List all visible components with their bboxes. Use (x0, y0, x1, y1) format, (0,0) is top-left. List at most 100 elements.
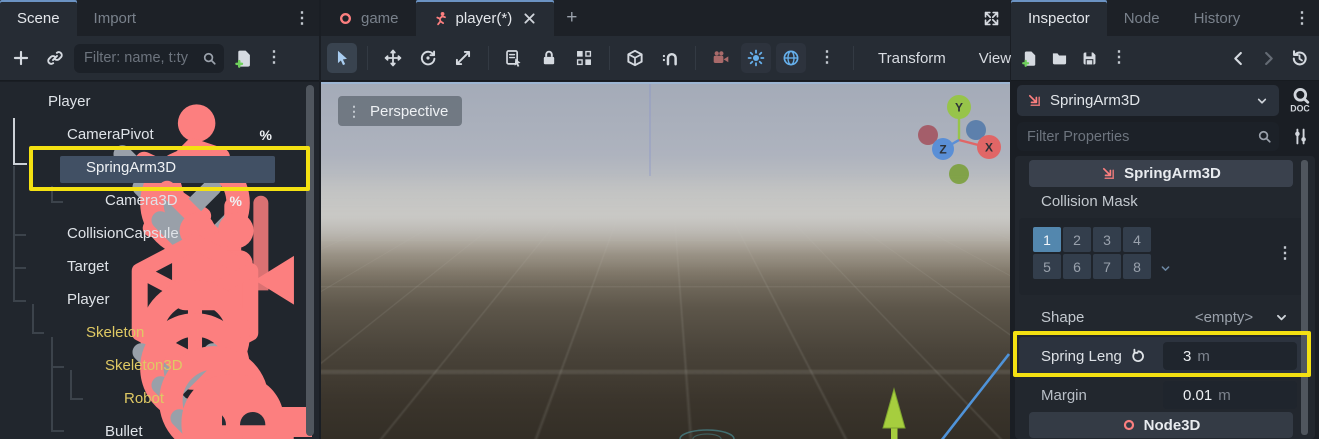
lock-node-button[interactable] (534, 43, 564, 73)
property-tools-icon[interactable] (1291, 127, 1310, 146)
chevron-down-icon[interactable] (65, 360, 80, 375)
chevron-down-icon[interactable] (1159, 262, 1172, 275)
inspector-filter-input[interactable] (1017, 122, 1279, 151)
chevron-down-icon[interactable] (46, 327, 61, 342)
add-node-button[interactable] (6, 43, 36, 73)
property-row-shape[interactable]: Shape <empty> (1019, 301, 1293, 333)
visibility-eye-icon[interactable] (285, 128, 302, 145)
visibility-eye-icon[interactable] (285, 227, 302, 244)
spring-length-value-field[interactable]: 3 m (1163, 342, 1297, 370)
group-node-button[interactable] (569, 43, 599, 73)
class-section-header-node3d[interactable]: Node3D (1029, 412, 1293, 438)
transform-menu[interactable]: Transform (864, 50, 960, 67)
tree-row-springarm3d[interactable]: SpringArm3D (0, 153, 319, 186)
tree-row-player-root[interactable]: Player (0, 87, 319, 120)
expand-viewport-button[interactable] (983, 0, 1000, 36)
ruler-mode-button[interactable] (620, 43, 650, 73)
open-documentation-icon[interactable] (1287, 84, 1313, 116)
scene-tree-scrollbar[interactable] (306, 85, 314, 436)
visibility-eye-icon[interactable] (285, 95, 302, 112)
collision-mask-bit-3[interactable]: 3 (1093, 227, 1121, 252)
view-orientation-gizmo[interactable]: Y X Z (918, 95, 1001, 184)
visibility-eye-icon[interactable] (285, 293, 302, 310)
move-gizmo-y-arrow[interactable] (883, 389, 905, 439)
load-resource-folder-icon[interactable] (1051, 50, 1068, 67)
collision-mask-bit-1[interactable]: 1 (1033, 227, 1061, 252)
scale-tool-button[interactable] (448, 43, 478, 73)
tab-node[interactable]: Node (1107, 0, 1177, 36)
property-row-spring-length[interactable]: Spring Leng 3 m (1019, 340, 1293, 372)
visibility-eye-icon[interactable] (285, 359, 302, 376)
chevron-down-icon[interactable] (27, 294, 42, 309)
tree-row-target[interactable]: Target (0, 252, 319, 285)
toggle-preview-sun-button[interactable] (741, 43, 771, 73)
collision-mask-bit-2[interactable]: 2 (1063, 227, 1091, 252)
inspector-scrollbar[interactable] (1301, 160, 1308, 435)
tree-row-skeleton[interactable]: Skeleton (0, 318, 319, 351)
resource-menu-icon[interactable]: ⋮ (1111, 50, 1127, 66)
history-forward-icon[interactable] (1260, 50, 1277, 67)
tree-row-camerapivot[interactable]: CameraPivot % (0, 120, 319, 153)
tree-row-bullet[interactable]: Bullet (0, 417, 319, 439)
collision-mask-bit-4[interactable]: 4 (1123, 227, 1151, 252)
tab-import[interactable]: Import (77, 0, 154, 36)
viewport-3d[interactable]: Y X Z ⋮ Perspective (321, 82, 1010, 439)
chevron-down-icon[interactable] (1274, 310, 1289, 325)
tree-row-robot[interactable]: Robot (0, 384, 319, 417)
tab-game[interactable]: game (321, 0, 416, 36)
tab-history[interactable]: History (1177, 0, 1258, 36)
snap-toggle-button[interactable] (655, 43, 685, 73)
history-back-icon[interactable] (1230, 50, 1247, 67)
tree-row-collisioncapsule[interactable]: CollisionCapsule (0, 219, 319, 252)
edit-history-icon[interactable] (1290, 49, 1309, 68)
visibility-eye-icon[interactable] (285, 392, 302, 409)
sun-environment-menu-icon[interactable]: ⋮ (811, 50, 843, 66)
camera-preview-button[interactable] (706, 43, 736, 73)
script-icon[interactable] (255, 194, 272, 211)
visibility-eye-icon[interactable] (285, 326, 302, 343)
chevron-down-icon[interactable] (46, 162, 61, 177)
visibility-eye-icon[interactable] (285, 161, 302, 178)
save-resource-icon[interactable] (1081, 50, 1098, 67)
chevron-down-icon[interactable] (27, 129, 42, 144)
new-scene-tab-button[interactable]: + (554, 0, 589, 36)
unique-name-percent-badge[interactable]: % (260, 127, 272, 144)
close-tab-icon[interactable] (522, 11, 537, 26)
tree-row-skeleton3d[interactable]: Skeleton3D (0, 351, 319, 384)
tree-row-player2[interactable]: Player (0, 285, 319, 318)
margin-value-field[interactable]: 0.01 m (1163, 381, 1297, 409)
tab-scene[interactable]: Scene (0, 0, 77, 36)
tab-player[interactable]: player(*) (416, 0, 555, 36)
unique-name-percent-badge[interactable]: % (230, 193, 242, 210)
collision-mask-bit-6[interactable]: 6 (1063, 254, 1091, 279)
scene-dock-menu-icon[interactable]: ⋮ (285, 0, 319, 36)
new-resource-icon[interactable] (1021, 50, 1038, 67)
class-section-header-springarm3d[interactable]: SpringArm3D (1029, 160, 1293, 187)
toggle-preview-environment-button[interactable] (776, 43, 806, 73)
collision-mask-bit-7[interactable]: 7 (1093, 254, 1121, 279)
scene-toolbar-menu-icon[interactable]: ⋮ (262, 50, 286, 66)
property-row-margin[interactable]: Margin 0.01 m (1019, 379, 1293, 411)
tree-row-camera3d[interactable]: Camera3D % (0, 186, 319, 219)
script-icon[interactable] (255, 95, 272, 112)
rotate-tool-button[interactable] (413, 43, 443, 73)
select-tool-button[interactable] (327, 43, 357, 73)
attach-script-button[interactable] (228, 43, 258, 73)
revert-property-icon[interactable] (1130, 348, 1146, 364)
collision-mask-bit-8[interactable]: 8 (1123, 254, 1151, 279)
mask-extra-options-icon[interactable]: ⋮ (1277, 246, 1293, 262)
visibility-eye-icon[interactable] (285, 194, 302, 211)
projection-menu-button[interactable]: ⋮ Perspective (338, 96, 462, 126)
gizmo-neg-y[interactable] (949, 164, 969, 184)
collision-mask-bit-5[interactable]: 5 (1033, 254, 1061, 279)
visibility-eye-icon[interactable] (285, 260, 302, 277)
animation-player-icon[interactable] (255, 293, 272, 310)
edited-node-selector[interactable]: SpringArm3D (1017, 85, 1279, 116)
chevron-down-icon[interactable] (8, 96, 23, 111)
tab-inspector[interactable]: Inspector (1011, 0, 1107, 36)
visibility-eye-icon[interactable] (285, 425, 302, 439)
move-tool-button[interactable] (378, 43, 408, 73)
list-select-button[interactable] (499, 43, 529, 73)
shape-property-value[interactable]: <empty> (1169, 309, 1279, 326)
instance-scene-button[interactable] (40, 43, 70, 73)
